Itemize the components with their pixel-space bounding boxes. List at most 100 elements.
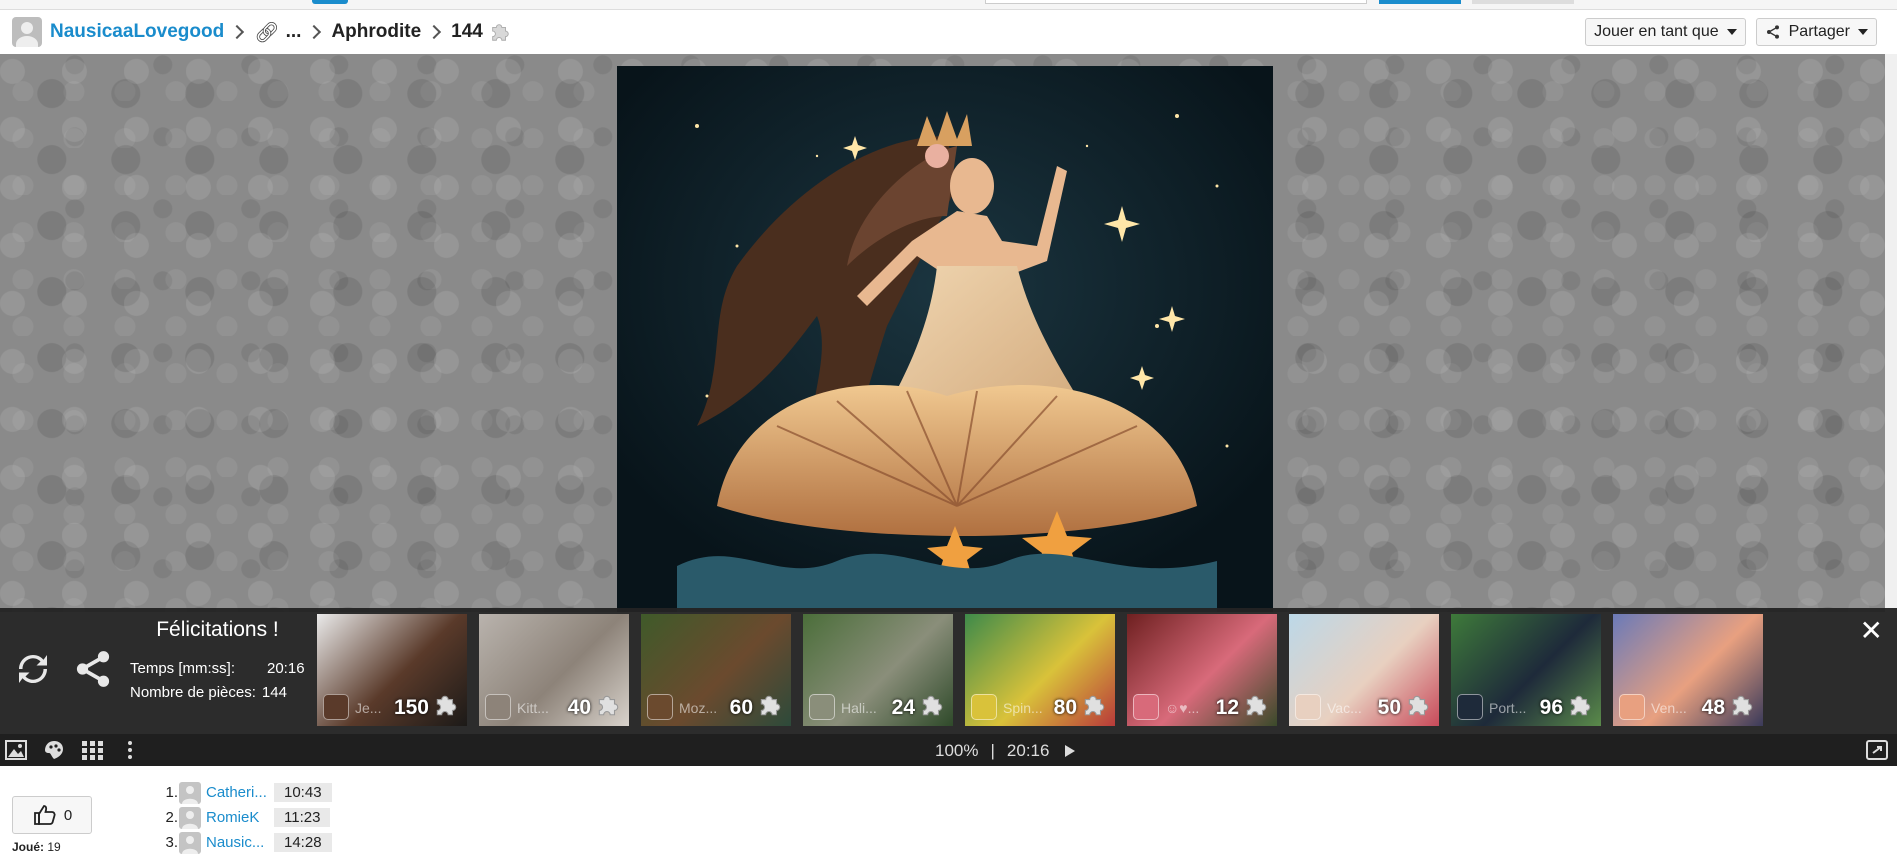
puzzle-stage[interactable] [0, 54, 1897, 612]
suggested-puzzle-card[interactable]: Ven... 48 [1613, 614, 1763, 726]
leaderboard-time: 11:23 [274, 808, 331, 827]
zoom-timer-readout: 100% | 20:16 [935, 741, 1076, 761]
pieces-value: 144 [261, 683, 287, 701]
puzzle-piece-icon [492, 24, 509, 41]
leaderboard-rank: 2. [165, 809, 178, 826]
puzzle-piece-icon [1084, 695, 1105, 716]
leaderboard-rank: 3. [165, 834, 178, 851]
share-dropdown[interactable]: Partager [1755, 18, 1877, 46]
suggested-puzzle-name: Spin... [1003, 700, 1043, 716]
breadcrumb-piece-count[interactable]: 144 [451, 21, 483, 43]
timer-value: 20:16 [1006, 741, 1050, 760]
author-avatar [1295, 694, 1321, 720]
puzzle-piece-icon [1246, 695, 1267, 716]
puzzle-piece-icon [1732, 695, 1753, 716]
play-as-dropdown[interactable]: Jouer en tant que [1585, 18, 1746, 46]
user-avatar[interactable] [179, 806, 201, 829]
play-as-label: Jouer en tant que [1594, 23, 1719, 40]
caret-down-icon [1858, 29, 1868, 35]
played-count: Joué: 19 [12, 840, 61, 854]
suggested-puzzle-card[interactable]: Port... 96 [1451, 614, 1601, 726]
puzzle-piece-icon [1408, 695, 1429, 716]
fullscreen-icon[interactable] [1865, 739, 1889, 761]
image-icon[interactable] [4, 739, 28, 761]
suggested-puzzle-name: Je... [355, 700, 382, 716]
puzzle-piece-icon [436, 695, 457, 716]
puzzle-image[interactable] [617, 66, 1273, 612]
suggested-puzzle-name: Port... [1489, 700, 1527, 716]
share-icon[interactable] [72, 648, 114, 690]
link-icon[interactable]: 🔗︎ [254, 20, 279, 45]
site-tab[interactable] [312, 0, 348, 4]
played-label: Joué: [12, 840, 45, 854]
suggested-piece-count: 40 [567, 696, 591, 719]
user-avatar[interactable] [179, 781, 201, 804]
breadcrumb-user[interactable]: NausicaaLovegood [50, 21, 224, 43]
top-site-bar [0, 0, 1897, 10]
scrollbar[interactable] [1885, 54, 1897, 612]
user-avatar[interactable] [12, 17, 42, 47]
author-avatar [1133, 694, 1159, 720]
congrats-title: Félicitations ! [156, 618, 279, 641]
time-label: Temps [mm:ss]: [130, 659, 236, 677]
leaderboard: 1. Catheri... 10:43 2. RomieK 11:23 3. Nausic..… [160, 780, 332, 855]
completion-panel: Félicitations ! Temps [mm:ss]: 20:16 Nom… [0, 608, 1897, 734]
author-avatar [647, 694, 673, 720]
played-value: 19 [47, 840, 61, 854]
leaderboard-row: 3. Nausic... 14:28 [160, 830, 332, 855]
author-avatar [323, 694, 349, 720]
leaderboard-user[interactable]: RomieK [206, 809, 274, 826]
suggested-puzzle-card[interactable]: Kitt... 40 [479, 614, 629, 726]
play-icon[interactable] [1065, 745, 1076, 757]
restart-icon[interactable] [12, 648, 54, 690]
site-button-primary[interactable] [1379, 0, 1461, 4]
suggested-puzzle-name: Kitt... [517, 700, 549, 716]
author-avatar [971, 694, 997, 720]
breadcrumb-puzzle-name[interactable]: Aphrodite [331, 21, 421, 43]
suggested-puzzle-card[interactable]: Spin... 80 [965, 614, 1115, 726]
puzzle-piece-icon [760, 695, 781, 716]
more-vertical-icon[interactable] [118, 739, 142, 761]
time-value: 20:16 [267, 659, 305, 677]
suggested-piece-count: 150 [393, 696, 429, 719]
suggested-puzzle-card[interactable]: ☺♥... 12 [1127, 614, 1277, 726]
suggested-puzzle-name: Hali... [841, 700, 877, 716]
thumbs-up-icon [33, 805, 56, 825]
suggested-puzzle-card[interactable]: Je... 150 [317, 614, 467, 726]
suggested-puzzle-name: Vac... [1327, 700, 1362, 716]
author-avatar [485, 694, 511, 720]
site-button-secondary[interactable] [1472, 0, 1574, 4]
site-search-box[interactable] [985, 0, 1367, 4]
puzzle-piece-icon [1570, 695, 1591, 716]
suggested-puzzle-card[interactable]: Vac... 50 [1289, 614, 1439, 726]
palette-icon[interactable] [42, 739, 66, 761]
readout-separator: | [990, 741, 995, 760]
leaderboard-rank: 1. [165, 784, 178, 801]
suggested-puzzle-card[interactable]: Moz... 60 [641, 614, 791, 726]
leaderboard-time: 10:43 [274, 783, 332, 802]
leaderboard-user[interactable]: Catheri... [206, 784, 274, 801]
likes-count: 0 [63, 806, 73, 824]
suggested-puzzle-name: Moz... [679, 700, 718, 716]
suggested-piece-count: 48 [1701, 696, 1725, 719]
grid-icon[interactable] [80, 739, 104, 761]
leaderboard-user[interactable]: Nausic... [206, 834, 274, 851]
breadcrumb-ellipsis[interactable]: ... [286, 21, 302, 43]
breadcrumb: NausicaaLovegood 🔗︎ ... Aphrodite 144 Jo… [0, 10, 1897, 54]
share-icon [1766, 25, 1779, 39]
close-icon[interactable]: ✕ [1860, 614, 1883, 647]
suggested-puzzle-name: Ven... [1651, 700, 1687, 716]
suggested-puzzle-card[interactable]: Hali... 24 [803, 614, 953, 726]
chevron-right-icon [230, 24, 245, 40]
suggested-piece-count: 96 [1539, 696, 1563, 719]
suggested-piece-count: 50 [1377, 696, 1401, 719]
author-avatar [1619, 694, 1645, 720]
puzzle-toolbar: 100% | 20:16 [0, 734, 1897, 766]
suggested-piece-count: 80 [1053, 696, 1077, 719]
user-avatar[interactable] [179, 831, 201, 854]
leaderboard-row: 2. RomieK 11:23 [160, 805, 332, 830]
puzzle-piece-icon [922, 695, 943, 716]
suggested-piece-count: 24 [891, 696, 915, 719]
suggested-piece-count: 12 [1215, 696, 1239, 719]
like-button[interactable]: 0 [12, 796, 92, 834]
